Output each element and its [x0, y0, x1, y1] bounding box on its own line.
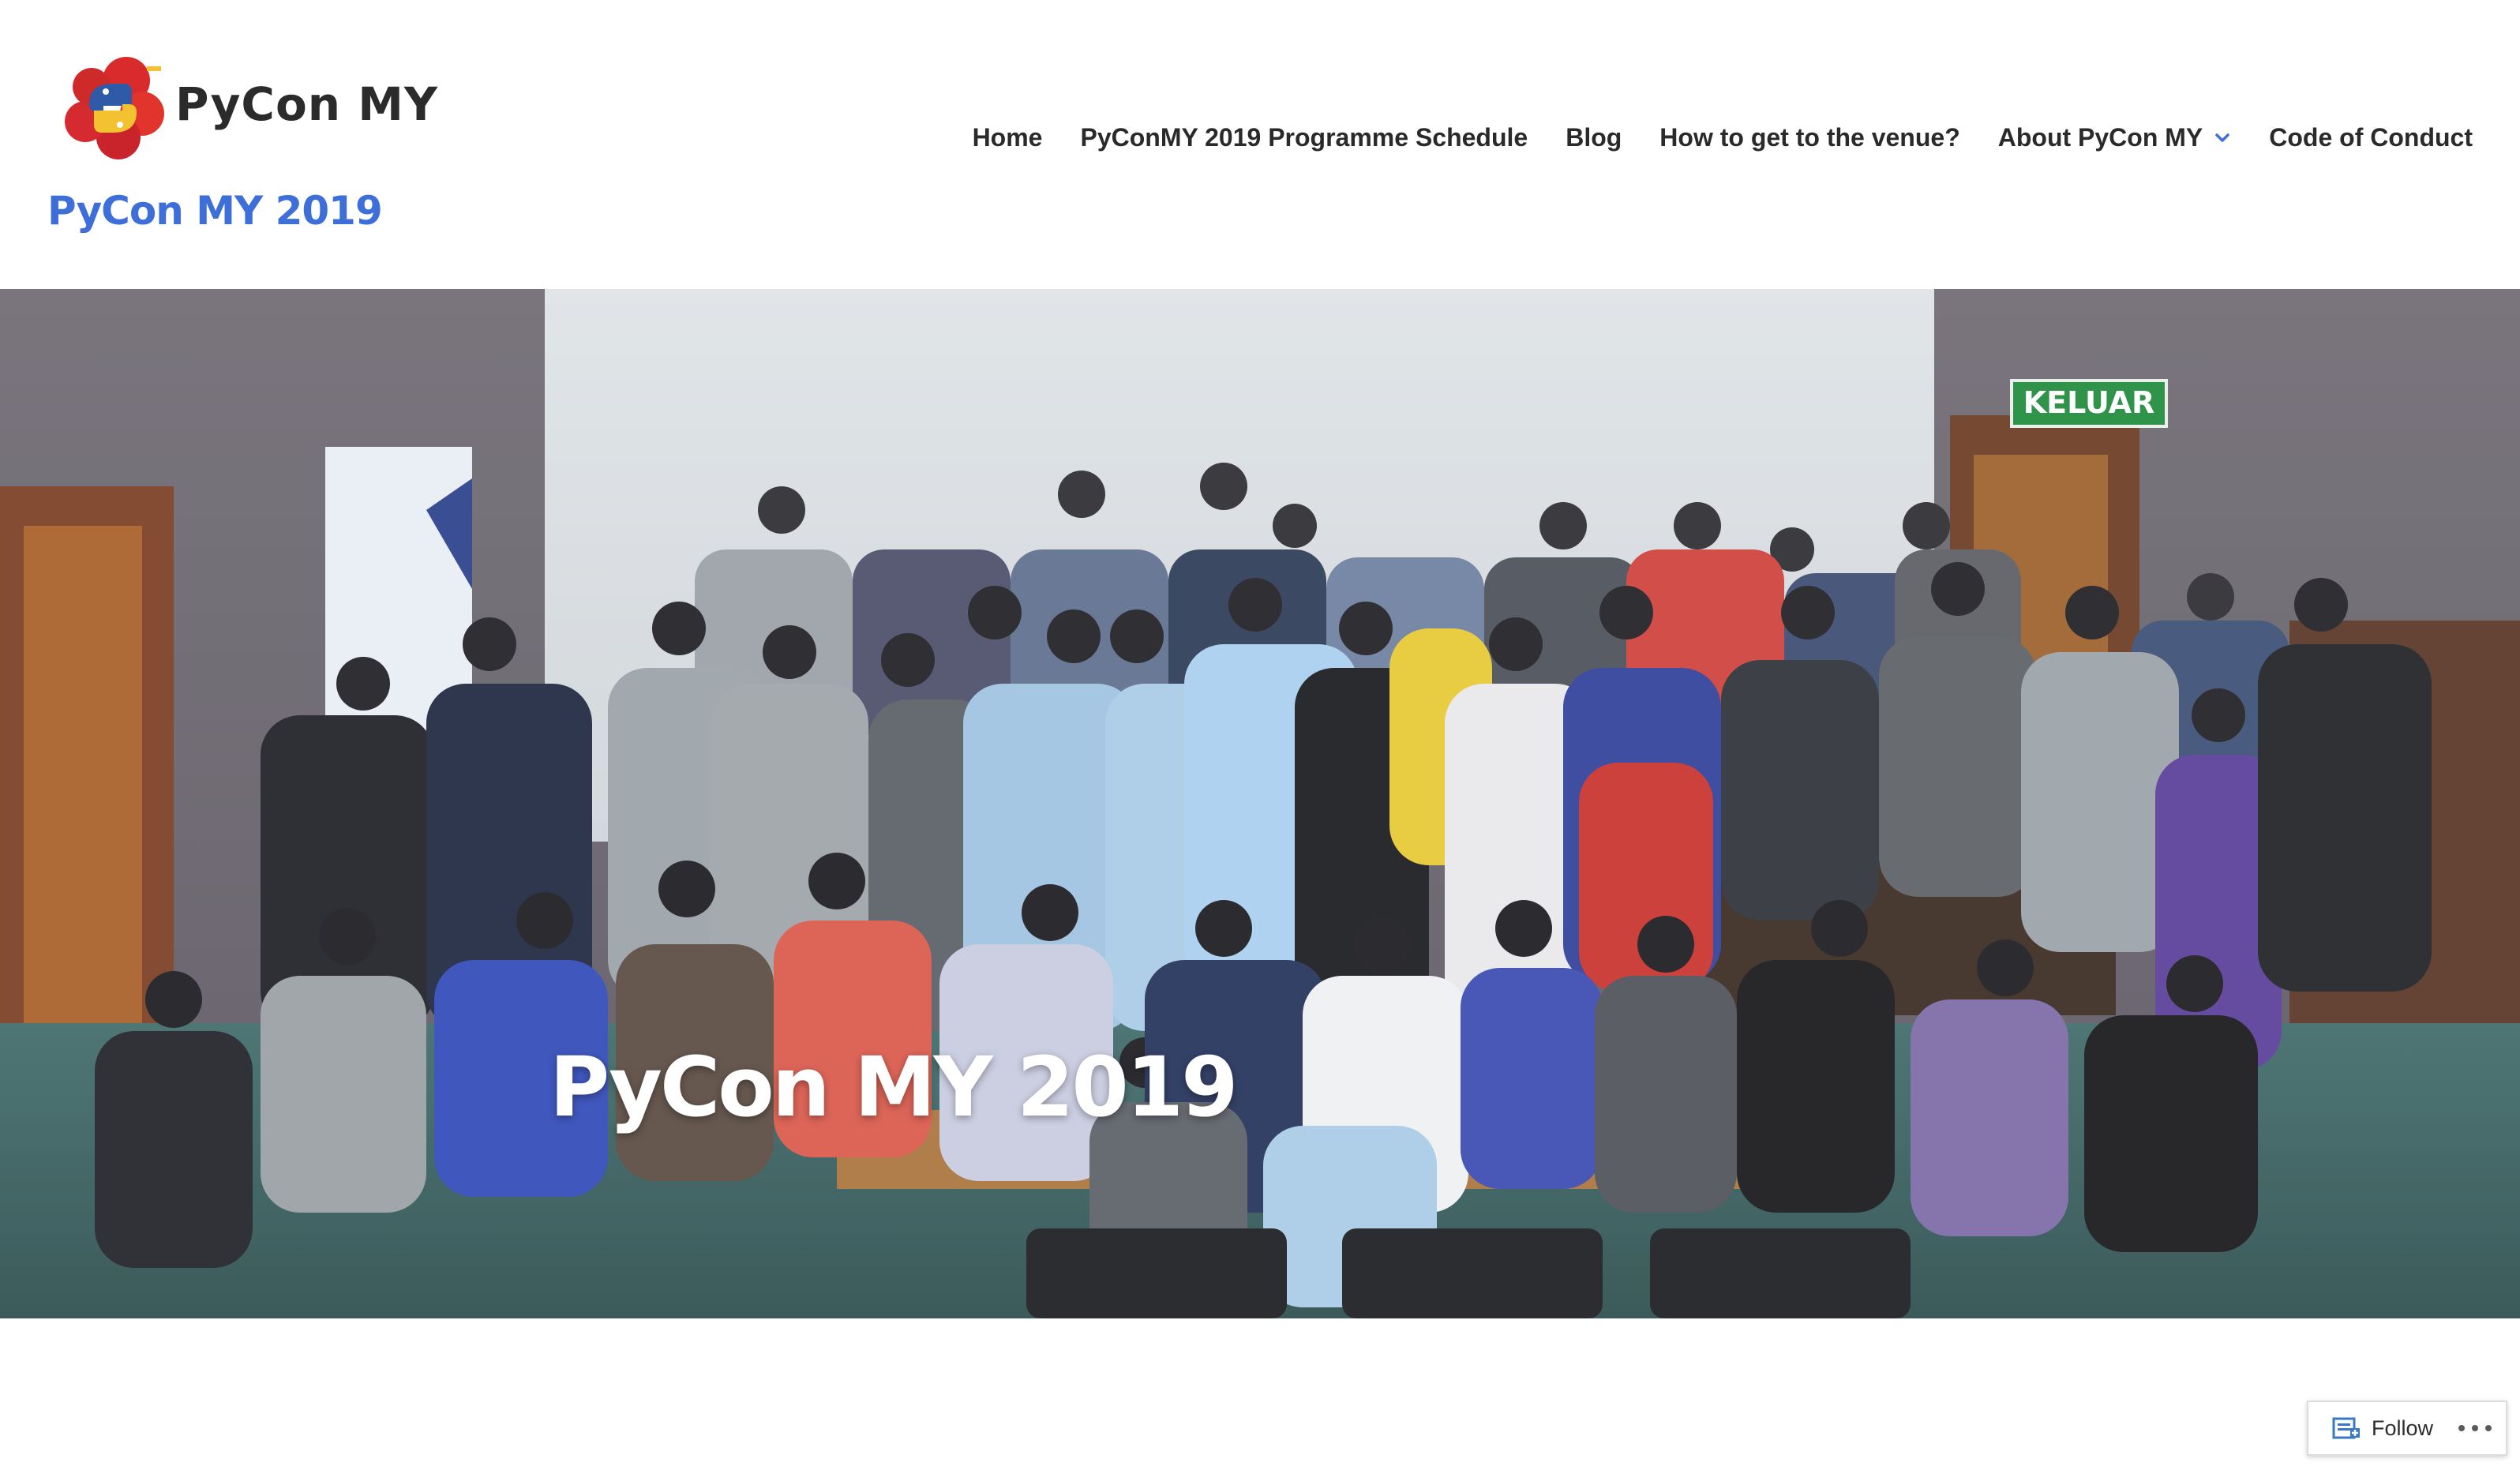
site-title[interactable]: PyCon MY 2019 [47, 188, 383, 234]
follow-widget: Follow [2307, 1401, 2507, 1456]
ellipsis-icon[interactable] [2458, 1416, 2492, 1440]
nav-item-about-pycon-my[interactable]: About PyCon MY [1998, 123, 2232, 152]
nav-item-programme-schedule[interactable]: PyConMY 2019 Programme Schedule [1080, 123, 1528, 152]
logo-text: PyCon MY [175, 77, 439, 131]
nav-item-home[interactable]: Home [973, 123, 1043, 152]
site-logo[interactable]: PyCon MY [54, 49, 437, 167]
site-header: PyCon MY PyCon MY 2019 Home PyConMY 2019… [0, 0, 2520, 289]
follow-button[interactable]: Follow [2308, 1402, 2433, 1454]
hero-title: PyCon MY 2019 [549, 1039, 1238, 1135]
chevron-down-icon[interactable] [2214, 129, 2231, 147]
hero-banner: KELUAR [0, 289, 2520, 1318]
hero-group-photo: KELUAR [0, 289, 2520, 1318]
pycon-logo-icon [65, 57, 164, 159]
nav-item-about-label: About PyCon MY [1997, 123, 2203, 152]
nav-item-blog[interactable]: Blog [1566, 123, 1622, 152]
follow-reader-icon [2332, 1417, 2360, 1439]
nav-item-venue-directions[interactable]: How to get to the venue? [1659, 123, 1959, 152]
nav-item-code-of-conduct[interactable]: Code of Conduct [2269, 123, 2473, 152]
follow-label: Follow [2372, 1416, 2434, 1440]
main-navigation: Home PyConMY 2019 Programme Schedule Blo… [973, 123, 2473, 152]
